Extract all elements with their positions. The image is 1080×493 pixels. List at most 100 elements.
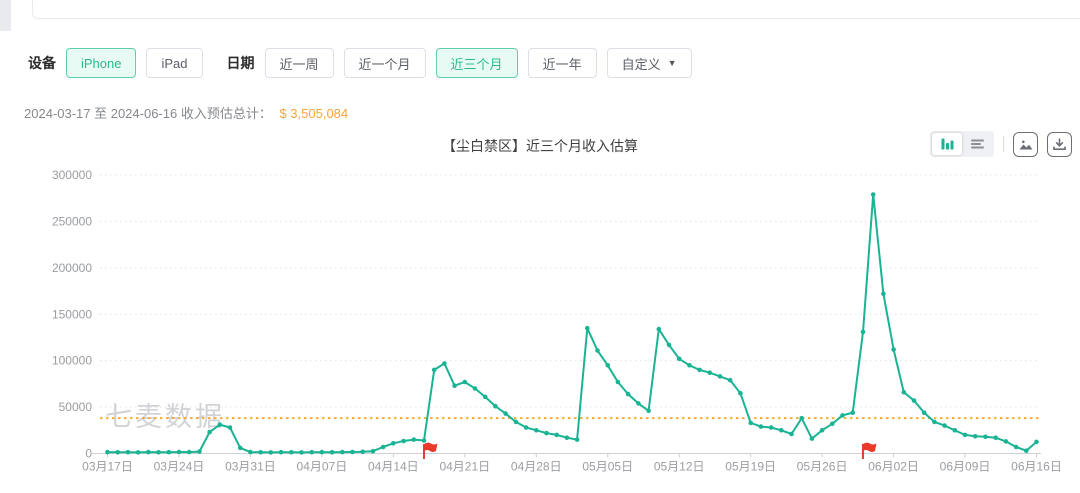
event-flag-icon[interactable] [862,442,877,452]
data-point-marker[interactable] [768,425,774,430]
data-point-marker[interactable] [391,441,396,446]
data-point-marker[interactable] [544,430,549,436]
data-point-marker[interactable] [329,450,335,455]
data-point-marker[interactable] [258,450,263,455]
date-option-custom[interactable]: 自定义 ▼ [606,48,692,78]
data-point-marker[interactable] [217,422,223,428]
data-point-marker[interactable] [135,450,141,455]
data-point-marker[interactable] [901,389,907,395]
data-point-marker[interactable] [819,428,825,433]
data-point-marker[interactable] [605,363,610,368]
data-point-marker[interactable] [574,437,580,442]
data-point-marker[interactable] [830,421,835,427]
data-point-marker[interactable] [370,448,376,454]
data-point-marker[interactable] [237,445,243,451]
data-point-marker[interactable] [340,449,345,455]
data-point-marker[interactable] [534,428,539,433]
data-point-marker[interactable] [125,449,131,455]
data-point-marker[interactable] [850,410,855,415]
data-point-marker[interactable] [636,401,641,406]
data-point-marker[interactable] [860,329,866,335]
data-point-marker[interactable] [738,390,743,396]
data-point-marker[interactable] [156,450,161,455]
data-point-marker[interactable] [452,383,457,388]
data-point-marker[interactable] [442,361,447,366]
data-point-marker[interactable] [207,429,212,435]
data-point-marker[interactable] [799,415,804,421]
data-point-marker[interactable] [115,450,120,455]
data-point-marker[interactable] [380,444,386,450]
data-point-marker[interactable] [932,419,937,425]
download-data-button[interactable] [1047,131,1072,157]
data-point-marker[interactable] [411,437,417,442]
table-view-toggle[interactable] [962,133,992,155]
data-point-marker[interactable] [319,449,325,455]
data-point-marker[interactable] [227,425,233,430]
data-point-marker[interactable] [268,450,274,455]
data-point-marker[interactable] [656,326,662,332]
date-option-last-year[interactable]: 近一年 [527,48,597,78]
data-point-marker[interactable] [1024,448,1029,454]
export-image-button[interactable] [1013,131,1038,157]
data-point-marker[interactable] [289,450,294,455]
data-point-marker[interactable] [1034,439,1039,445]
data-point-marker[interactable] [309,449,315,455]
data-point-marker[interactable] [248,449,253,455]
data-point-marker[interactable] [105,449,110,455]
date-option-last-3-months[interactable]: 近三个月 [435,48,518,78]
data-point-marker[interactable] [299,450,304,455]
data-point-marker[interactable] [666,342,672,348]
data-point-marker[interactable] [197,449,202,454]
revenue-line-chart[interactable]: 050000100000150000200000250000300000七麦数据… [0,158,1080,490]
data-point-marker[interactable] [962,432,968,438]
data-point-marker[interactable] [921,410,927,415]
data-point-marker[interactable] [779,428,784,433]
data-point-marker[interactable] [676,356,682,362]
data-point-marker[interactable] [278,449,284,455]
data-point-marker[interactable] [146,449,151,455]
data-point-marker[interactable] [166,449,172,455]
date-option-last-week[interactable]: 近一周 [264,48,334,78]
data-point-marker[interactable] [625,391,631,397]
data-point-marker[interactable] [870,192,876,197]
data-point-marker[interactable] [1003,439,1009,444]
data-point-marker[interactable] [789,431,794,437]
data-point-marker[interactable] [881,291,886,297]
data-point-marker[interactable] [952,428,958,433]
device-option-iphone[interactable]: iPhone [66,48,137,78]
data-point-marker[interactable] [472,386,478,391]
data-point-marker[interactable] [911,398,917,403]
date-option-last-month[interactable]: 近一个月 [343,48,426,78]
data-point-marker[interactable] [748,420,753,426]
data-point-marker[interactable] [983,434,988,440]
data-point-marker[interactable] [513,419,519,425]
data-point-marker[interactable] [401,438,406,444]
data-point-marker[interactable] [687,363,692,368]
data-point-marker[interactable] [727,377,733,383]
data-point-marker[interactable] [707,370,713,375]
data-point-marker[interactable] [697,367,702,373]
data-point-marker[interactable] [431,367,437,373]
data-point-marker[interactable] [972,434,978,439]
data-point-marker[interactable] [891,347,896,352]
data-point-marker[interactable] [482,394,488,400]
data-point-marker[interactable] [523,425,529,430]
data-point-marker[interactable] [646,408,651,414]
data-point-marker[interactable] [758,424,764,429]
data-point-marker[interactable] [615,379,621,385]
data-point-marker[interactable] [462,379,468,385]
data-point-marker[interactable] [1013,444,1019,450]
data-point-marker[interactable] [809,436,815,441]
data-point-marker[interactable] [360,449,366,455]
data-point-marker[interactable] [186,449,192,455]
data-point-marker[interactable] [554,432,559,438]
device-option-ipad[interactable]: iPad [146,48,203,78]
data-point-marker[interactable] [503,411,508,416]
bar-chart-view-toggle[interactable] [932,133,962,155]
data-point-marker[interactable] [176,449,182,455]
data-point-marker[interactable] [840,413,845,418]
data-point-marker[interactable] [993,435,998,441]
data-point-marker[interactable] [421,438,427,443]
data-point-marker[interactable] [585,325,590,331]
data-point-marker[interactable] [350,449,355,455]
